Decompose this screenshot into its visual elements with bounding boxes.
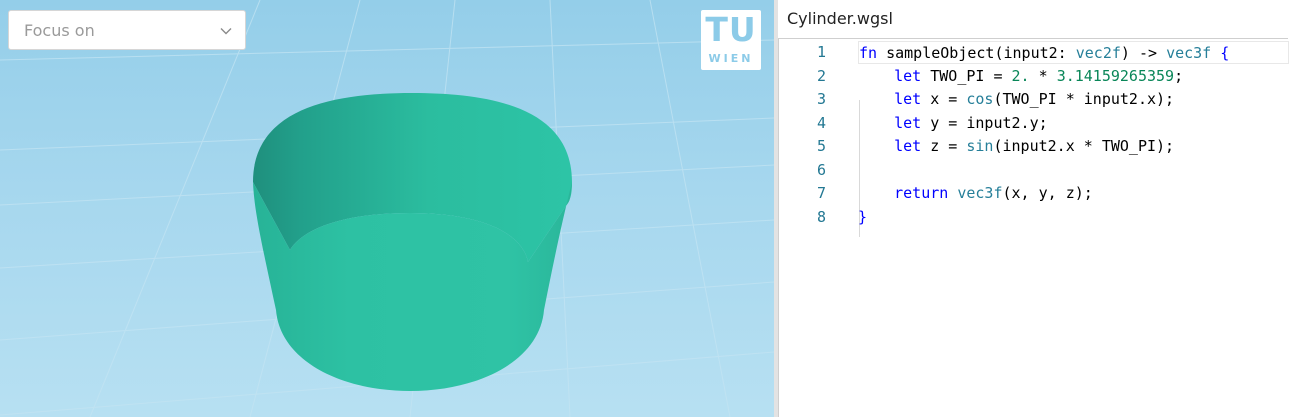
logo-wien-text: WIEN [708, 52, 754, 65]
code-token: (x, y, z); [1002, 184, 1093, 202]
code-line[interactable]: 8} [779, 206, 1289, 229]
line-number: 2 [816, 66, 826, 85]
code-text: } [858, 206, 1289, 229]
code-token: sin [966, 137, 994, 155]
code-token: cos [966, 90, 994, 108]
code-token: vec3f [957, 184, 1003, 202]
code-text: fn sampleObject(input2: vec2f) -> vec3f … [858, 41, 1289, 64]
code-token: z = [921, 137, 967, 155]
line-number: 7 [816, 184, 826, 202]
cylinder-mesh[interactable] [253, 93, 572, 391]
code-text: let x = cos(TWO_PI * input2.x); [858, 88, 1289, 111]
code-token: { [1211, 44, 1230, 62]
code-token: * [1029, 66, 1057, 85]
code-token: x = [921, 90, 967, 108]
code-token: vec3f [1166, 44, 1212, 62]
code-token: vec2f [1075, 44, 1121, 62]
code-token: let [894, 90, 922, 108]
code-line[interactable]: 4 let y = input2.y; [779, 112, 1289, 135]
code-token: let [894, 137, 922, 155]
code-text: let y = input2.y; [858, 112, 1289, 135]
focus-on-placeholder: Focus on [24, 20, 95, 40]
3d-viewport[interactable]: Focus on TU WIEN [0, 0, 774, 417]
code-line[interactable]: 6 [779, 159, 1289, 182]
code-token: TWO_PI = [921, 66, 1012, 85]
code-token: let [894, 66, 922, 85]
scene-canvas[interactable] [0, 0, 774, 417]
code-text: let z = sin(input2.x * TWO_PI); [858, 135, 1289, 158]
code-token: let [894, 113, 922, 132]
line-number: 3 [816, 90, 826, 108]
editor-filename: Cylinder.wgsl [787, 9, 893, 28]
logo-tu-text: TU [705, 10, 757, 49]
code-line[interactable]: 5 let z = sin(input2.x * TWO_PI); [779, 135, 1289, 158]
code-token: (TWO_PI * input2.x); [993, 90, 1175, 108]
line-number: 4 [816, 113, 826, 132]
line-number: 8 [816, 207, 826, 226]
code-token: y = input2.y; [921, 113, 1048, 132]
code-line[interactable]: 7 return vec3f(x, y, z); [779, 182, 1289, 205]
chevron-down-icon [220, 28, 232, 35]
focus-on-dropdown[interactable]: Focus on [8, 10, 246, 50]
line-number: 6 [816, 160, 826, 179]
code-line[interactable]: 2 let TWO_PI = 2. * 3.14159265359; [779, 65, 1289, 88]
code-token: return [894, 184, 949, 202]
code-token: (input2.x * TWO_PI); [993, 137, 1175, 155]
code-token: 2. [1011, 66, 1030, 85]
code-token: fn [859, 44, 878, 62]
code-token: 3.14159265359 [1056, 66, 1175, 85]
code-editor[interactable]: 1 fn sampleObject(input2: vec2f) -> vec3f… [778, 38, 1289, 417]
tu-wien-logo: TU WIEN [701, 10, 761, 70]
code-editor-panel: Cylinder.wgsl 1 fn sampleObject(input2: v… [778, 0, 1290, 417]
line-number: 1 [816, 43, 826, 61]
code-token: ) -> [1120, 44, 1167, 62]
code-line[interactable]: 1 fn sampleObject(input2: vec2f) -> vec3f… [779, 41, 1289, 64]
code-text: return vec3f(x, y, z); [858, 182, 1289, 205]
code-text: let TWO_PI = 2. * 3.14159265359; [858, 65, 1289, 88]
code-line[interactable]: 3 let x = cos(TWO_PI * input2.x); [779, 88, 1289, 111]
line-number: 5 [816, 137, 826, 155]
code-token: ; [1174, 66, 1184, 85]
code-token: } [858, 207, 868, 226]
code-token: sampleObject(input2: [877, 44, 1076, 62]
